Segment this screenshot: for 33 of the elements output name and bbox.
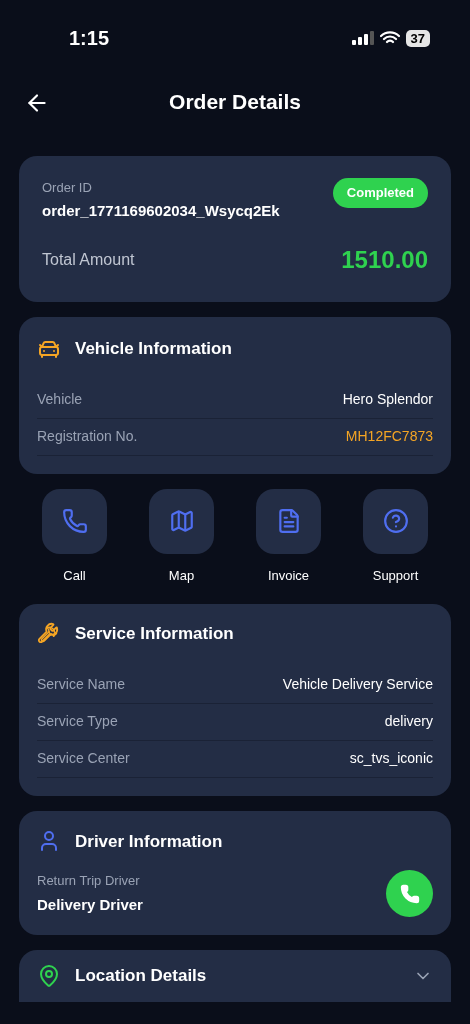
- status-badge: Completed: [332, 178, 428, 208]
- location-section-header[interactable]: Location Details: [19, 950, 451, 1002]
- order-id-label: Order ID: [42, 179, 93, 197]
- section-title: Driver Information: [75, 830, 223, 853]
- signal-icon: [351, 31, 374, 45]
- field-value: sc_tvs_iconic: [349, 749, 433, 768]
- order-id: order_1771169602034_Wsycq2Ek: [42, 200, 280, 221]
- driver-role: Return Trip Driver: [37, 871, 141, 890]
- field-label: Service Type: [37, 712, 118, 731]
- field-value: delivery: [384, 712, 433, 731]
- call-button[interactable]: [386, 870, 433, 917]
- total-label: Total Amount: [42, 250, 135, 270]
- field-value: Vehicle Delivery Service: [282, 675, 433, 694]
- help-icon: [382, 508, 409, 534]
- section-title: Service Information: [75, 623, 234, 645]
- field-label: Service Center: [37, 749, 130, 768]
- phone-icon: [61, 508, 88, 534]
- section-title: Vehicle Information: [75, 338, 232, 360]
- location-pin-icon: [37, 964, 61, 988]
- field-value: Hero Splendor: [342, 390, 433, 409]
- driver-name: Delivery Driver: [37, 895, 143, 915]
- status-time: 1:15: [69, 26, 110, 51]
- page-title: Order Details: [169, 89, 301, 116]
- field-label: Registration No.: [37, 427, 138, 446]
- field-label: Service Name: [37, 675, 125, 694]
- wifi-icon: [379, 31, 400, 45]
- tools-icon: [37, 621, 61, 646]
- map-icon: [168, 508, 195, 534]
- field-label: Vehicle: [37, 390, 83, 409]
- battery-indicator: 37: [405, 29, 430, 47]
- phone-icon: [399, 883, 420, 904]
- total-amount: 1510.00: [341, 245, 428, 275]
- field-value: MH12FC7873: [345, 427, 433, 446]
